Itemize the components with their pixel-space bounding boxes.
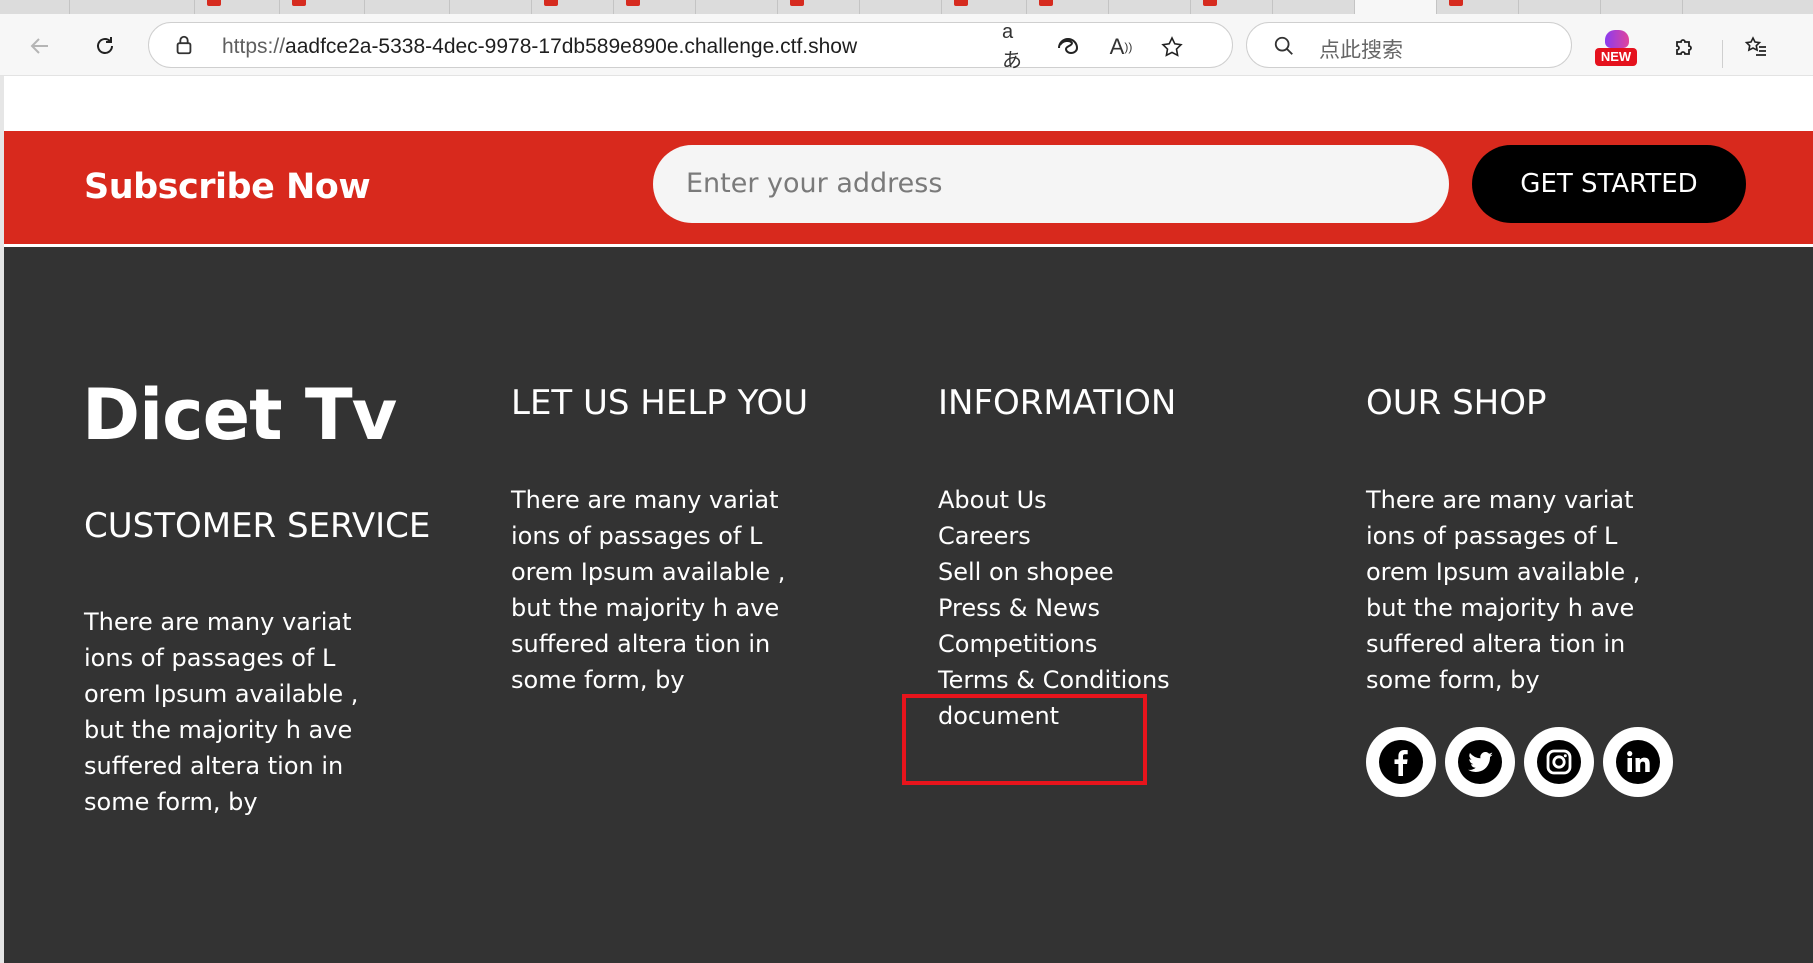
favorites-button[interactable]	[1736, 26, 1776, 66]
tab[interactable]	[614, 0, 696, 14]
search-placeholder: 点此搜索	[1319, 38, 1403, 62]
search-box[interactable]: 点此搜索	[1246, 22, 1572, 68]
linkedin-icon	[1616, 740, 1660, 784]
email-address-input[interactable]: Enter your address	[653, 145, 1449, 223]
tab[interactable]	[778, 0, 860, 14]
edge-icon[interactable]	[1054, 33, 1082, 61]
extensions-button[interactable]	[1664, 26, 1704, 66]
tab-active[interactable]	[1355, 0, 1437, 14]
customer-service-text: There are many variat ions of passages o…	[84, 608, 359, 816]
subscribe-banner: Subscribe Now Enter your address GET STA…	[4, 131, 1813, 244]
copilot-new-button[interactable]: NEW	[1595, 30, 1637, 70]
link-careers[interactable]: Careers	[938, 518, 1170, 554]
refresh-button[interactable]	[85, 26, 125, 66]
link-about-us[interactable]: About Us	[938, 482, 1170, 518]
get-started-button[interactable]: GET STARTED	[1472, 145, 1746, 223]
highlight-annotation-box	[902, 694, 1147, 785]
twitter-link[interactable]	[1445, 727, 1515, 797]
facebook-icon	[1379, 740, 1423, 784]
puzzle-icon	[1676, 39, 1692, 55]
tab[interactable]	[1273, 0, 1355, 14]
help-heading: LET US HELP YOU	[511, 383, 809, 423]
tab-strip	[0, 0, 1813, 14]
instagram-link[interactable]	[1524, 727, 1594, 797]
social-links	[1366, 727, 1673, 797]
subscribe-title: Subscribe Now	[84, 167, 371, 207]
tab[interactable]	[860, 0, 942, 14]
footer: Dicet Tv CUSTOMER SERVICE There are many…	[4, 247, 1813, 963]
arrow-left-icon	[30, 38, 48, 54]
back-button[interactable]	[20, 26, 60, 66]
refresh-icon	[97, 37, 113, 54]
shop-heading: OUR SHOP	[1366, 383, 1547, 423]
translate-icon[interactable]: aあ	[1002, 21, 1030, 72]
tab[interactable]	[942, 0, 1027, 14]
web-page: Subscribe Now Enter your address GET STA…	[0, 76, 1813, 963]
customer-service-heading: CUSTOMER SERVICE	[84, 506, 431, 546]
email-input-placeholder: Enter your address	[686, 168, 943, 199]
link-sell-on-shopee[interactable]: Sell on shopee	[938, 554, 1170, 590]
tab[interactable]	[1191, 0, 1273, 14]
tab[interactable]	[280, 0, 365, 14]
tab[interactable]	[1519, 0, 1601, 14]
link-press-news[interactable]: Press & News	[938, 590, 1170, 626]
lock-icon[interactable]	[173, 34, 195, 56]
address-bar[interactable]: https://aadfce2a-5338-4dec-9978-17db589e…	[148, 21, 1233, 72]
twitter-icon	[1458, 740, 1502, 784]
tab[interactable]	[1109, 0, 1191, 14]
tab[interactable]	[365, 0, 450, 14]
tab[interactable]	[532, 0, 614, 14]
link-terms-conditions[interactable]: Terms & Conditions	[938, 662, 1170, 698]
tab[interactable]	[696, 0, 778, 14]
information-heading: INFORMATION	[938, 383, 1177, 423]
favorites-list-icon	[1744, 36, 1766, 56]
tab[interactable]	[1027, 0, 1109, 14]
footer-logo[interactable]: Dicet Tv	[82, 380, 397, 450]
linkedin-link[interactable]	[1603, 727, 1673, 797]
facebook-link[interactable]	[1366, 727, 1436, 797]
brain-icon	[1605, 30, 1629, 48]
link-competitions[interactable]: Competitions	[938, 626, 1170, 662]
help-text: There are many variat ions of passages o…	[511, 486, 786, 694]
url-text[interactable]: https://aadfce2a-5338-4dec-9978-17db589e…	[222, 35, 857, 59]
tab[interactable]	[70, 0, 195, 14]
favorite-star-icon[interactable]	[1158, 33, 1186, 61]
shop-text: There are many variat ions of passages o…	[1366, 486, 1641, 694]
tab[interactable]	[1437, 0, 1519, 14]
tab[interactable]	[450, 0, 532, 14]
read-aloud-icon[interactable]: A))	[1107, 33, 1135, 61]
browser-toolbar: https://aadfce2a-5338-4dec-9978-17db589e…	[0, 14, 1813, 76]
new-badge: NEW	[1595, 48, 1637, 66]
instagram-icon	[1537, 740, 1581, 784]
tab[interactable]	[195, 0, 280, 14]
tab[interactable]	[0, 0, 70, 14]
toolbar-separator	[1722, 40, 1723, 68]
tab[interactable]	[1601, 0, 1683, 14]
search-icon	[1274, 36, 1293, 55]
